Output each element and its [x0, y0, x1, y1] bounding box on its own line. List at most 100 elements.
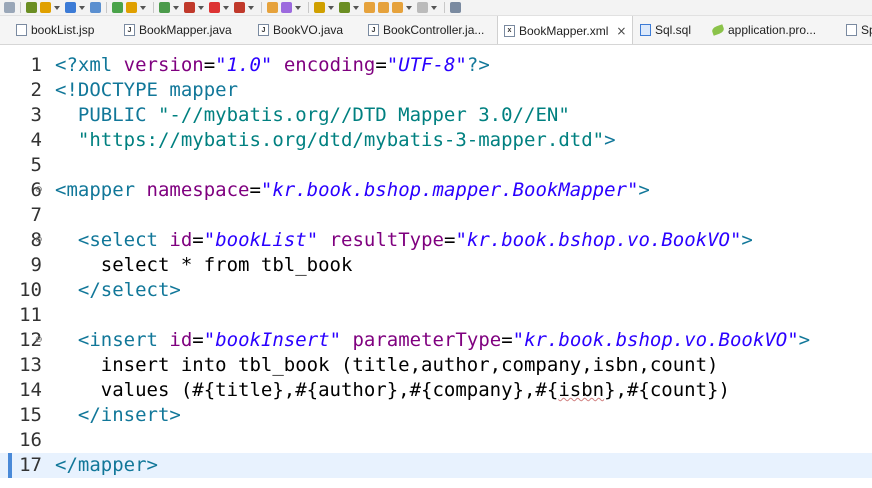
code-token: namespace [146, 179, 250, 201]
editor-tab-bar: bookList.jsp J BookMapper.java J BookVO.java… [0, 16, 872, 45]
code-line[interactable]: 16 [0, 428, 872, 453]
code-token: = [192, 329, 204, 351]
code-token: id [169, 329, 193, 351]
code-line[interactable]: 5 [0, 153, 872, 178]
code-token: = [203, 54, 216, 76]
toolbar-icon[interactable] [184, 2, 195, 13]
toolbar-icon[interactable] [281, 2, 292, 13]
dropdown-arrow-icon[interactable] [173, 5, 179, 10]
toolbar-icon[interactable] [40, 2, 51, 13]
line-gutter: 10 [0, 278, 50, 303]
tab-booklist-jsp[interactable]: bookList.jsp [10, 16, 100, 44]
dropdown-arrow-icon[interactable] [223, 5, 229, 10]
code-token: </insert> [77, 404, 181, 426]
code-line[interactable]: 2 <!DOCTYPE mapper [0, 78, 872, 103]
forward-icon[interactable] [378, 2, 389, 13]
code-token: "UTF-8" [386, 54, 467, 76]
code-line[interactable]: 10 </select> [0, 278, 872, 303]
code-line[interactable]: 4 "https://mybatis.org/dtd/mybatis-3-map… [0, 128, 872, 153]
code-line[interactable]: 8 ⊖ <select id="bookList" resultType="kr.… [0, 228, 872, 253]
toolbar-icon[interactable] [65, 2, 76, 13]
line-number: 14 [19, 379, 42, 401]
tab-bookcontroller-ja[interactable]: J BookController.ja... [362, 16, 490, 44]
code-line[interactable]: 12 ⊖ <insert id="bookInsert" parameterTyp… [0, 328, 872, 353]
run-icon[interactable] [159, 2, 170, 13]
fold-collapse-icon[interactable]: ⊖ [35, 186, 43, 195]
tab-label: BookVO.java [273, 23, 344, 37]
properties-file-icon [710, 24, 726, 36]
toolbar-icon[interactable] [234, 2, 245, 13]
java-file-icon: J [258, 24, 269, 36]
toolbar-icon[interactable] [314, 2, 325, 13]
code-line[interactable]: 7 [0, 203, 872, 228]
tab-application-pro[interactable]: application.pro... [706, 16, 822, 44]
tab-sql-sql[interactable]: Sql.sql [634, 16, 697, 44]
stop-icon[interactable] [209, 2, 220, 13]
line-gutter: 2 [0, 78, 50, 103]
toolbar-separator [308, 2, 309, 13]
code-line[interactable]: 3 PUBLIC "-//mybatis.org//DTD Mapper 3.0… [0, 103, 872, 128]
line-gutter: 8 ⊖ [0, 228, 50, 253]
code-line[interactable]: 6 ⊖ <mapper namespace="kr.book.bshop.mappe… [0, 178, 872, 203]
dropdown-arrow-icon[interactable] [431, 5, 437, 10]
tab-bookmapper-java[interactable]: J BookMapper.java [118, 16, 238, 44]
dropdown-arrow-icon[interactable] [295, 5, 301, 10]
fold-collapse-icon[interactable]: ⊖ [35, 336, 43, 345]
dropdown-arrow-icon[interactable] [79, 5, 85, 10]
code-line[interactable]: 1 <?xml version="1.0" encoding="UTF-8"?> [0, 53, 872, 78]
dropdown-arrow-icon[interactable] [328, 5, 334, 10]
folder-icon[interactable] [267, 2, 278, 13]
line-gutter: 7 [0, 203, 50, 228]
code-token: = [375, 54, 387, 76]
toolbar-separator [261, 2, 262, 13]
tab-bookmapper-xml[interactable]: x BookMapper.xml × [497, 16, 634, 44]
code-token: = [443, 229, 456, 251]
dropdown-arrow-icon[interactable] [353, 5, 359, 10]
toolbar-icon[interactable] [4, 2, 15, 13]
toolbar-icon[interactable] [90, 2, 101, 13]
code-line[interactable]: 13 insert into tbl_book (title,author,co… [0, 353, 872, 378]
code-token: "kr.book.bshop.vo.BookVO" [455, 229, 742, 251]
code-token: <select [77, 229, 170, 251]
code-line[interactable]: 11 [0, 303, 872, 328]
close-tab-icon[interactable]: × [616, 24, 626, 38]
dropdown-arrow-icon[interactable] [406, 5, 412, 10]
dropdown-arrow-icon[interactable] [198, 5, 204, 10]
code-text: <mapper namespace="kr.book.bshop.mapper.… [55, 178, 650, 203]
toolbar-icon[interactable] [112, 2, 123, 13]
tab-bookvo-java[interactable]: J BookVO.java [252, 16, 349, 44]
code-line[interactable]: 9 select * from tbl_book [0, 253, 872, 278]
toolbar-icon[interactable] [126, 2, 137, 13]
code-text: <!DOCTYPE mapper [55, 78, 238, 103]
code-text: </select> [55, 278, 181, 303]
line-number: 5 [30, 154, 42, 176]
code-token: "-//mybatis.org//DTD Mapper 3.0//EN" [157, 104, 570, 126]
toolbar-icon[interactable] [339, 2, 350, 13]
tab-label: Sql.sql [655, 23, 692, 37]
code-token: > [638, 179, 650, 201]
code-token: PUBLIC [55, 104, 158, 126]
code-token: },#{count}) [604, 379, 730, 401]
line-number: 17 [19, 454, 42, 476]
code-line[interactable]: 15 </insert> [0, 403, 872, 428]
code-line[interactable]: 17 </mapper> [0, 453, 872, 478]
line-gutter: 9 [0, 253, 50, 278]
back-icon[interactable] [392, 2, 403, 13]
tab-sp[interactable]: Sp [840, 16, 872, 44]
line-gutter: 11 [0, 303, 50, 328]
dropdown-arrow-icon[interactable] [54, 5, 60, 10]
back-icon[interactable] [364, 2, 375, 13]
dropdown-arrow-icon[interactable] [140, 5, 146, 10]
xml-code-editor[interactable]: 1 <?xml version="1.0" encoding="UTF-8"?> 2… [0, 45, 872, 488]
fold-collapse-icon[interactable]: ⊖ [35, 236, 43, 245]
toolbar-icon[interactable] [450, 2, 461, 13]
forward-icon[interactable] [417, 2, 428, 13]
code-line[interactable]: 14 values (#{title},#{author},#{company}… [0, 378, 872, 403]
code-token: </mapper> [55, 454, 158, 476]
line-number: 16 [19, 429, 42, 451]
sql-file-icon [640, 24, 651, 36]
toolbar-icon[interactable] [26, 2, 37, 13]
dropdown-arrow-icon[interactable] [248, 5, 254, 10]
file-icon [846, 24, 857, 36]
